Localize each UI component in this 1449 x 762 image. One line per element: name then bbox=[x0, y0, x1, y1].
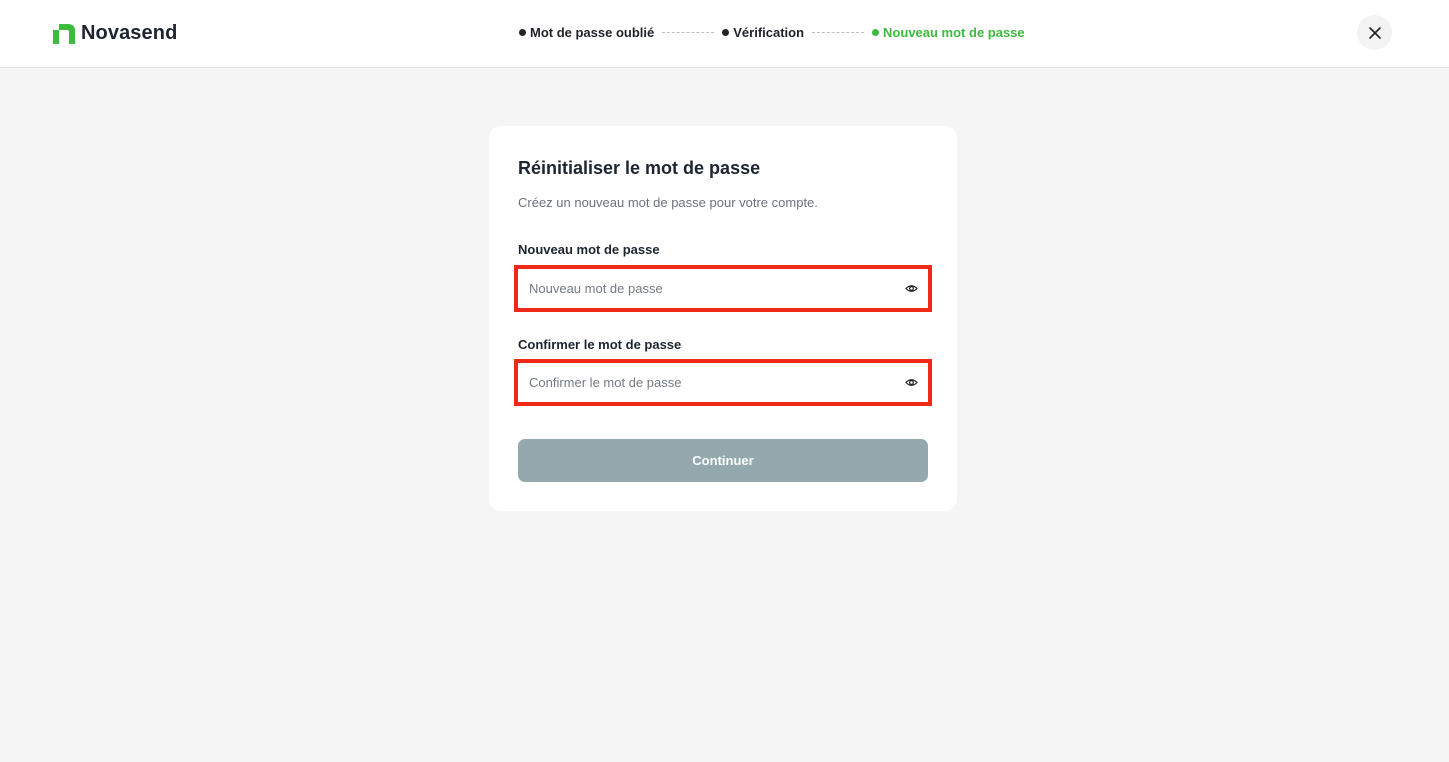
close-icon bbox=[1368, 26, 1381, 39]
progress-stepper: Mot de passe oublié Vérification Nouveau… bbox=[519, 24, 1025, 40]
confirm-password-label: Confirmer le mot de passe bbox=[518, 337, 682, 352]
new-password-field[interactable] bbox=[514, 265, 932, 312]
continue-button[interactable]: Continuer bbox=[518, 439, 928, 482]
step-label: Vérification bbox=[733, 24, 805, 40]
brand-name: Novasend bbox=[81, 22, 178, 44]
novasend-logo-icon bbox=[53, 23, 75, 44]
step-verification: Vérification bbox=[722, 25, 804, 40]
step-dot-icon bbox=[722, 28, 730, 36]
step-new-password: Nouveau mot de passe bbox=[872, 25, 1025, 40]
step-dot-icon bbox=[519, 28, 526, 36]
eye-icon[interactable] bbox=[904, 376, 918, 390]
step-label: Nouveau mot de passe bbox=[883, 24, 1025, 40]
page-subtitle: Créez un nouveau mot de passe pour votre… bbox=[518, 195, 818, 210]
eye-icon[interactable] bbox=[904, 282, 918, 296]
step-dot-icon bbox=[872, 28, 880, 36]
step-forgot-password: Mot de passe oublié bbox=[519, 25, 654, 40]
close-button[interactable] bbox=[1357, 15, 1392, 50]
new-password-input[interactable] bbox=[529, 281, 904, 296]
step-connector bbox=[812, 31, 865, 33]
reset-password-card: Réinitialiser le mot de passe Créez un n… bbox=[489, 126, 957, 511]
step-connector bbox=[662, 31, 715, 33]
page-title: Réinitialiser le mot de passe bbox=[518, 158, 761, 178]
confirm-password-field[interactable] bbox=[514, 359, 932, 406]
confirm-password-input[interactable] bbox=[529, 375, 904, 390]
top-bar: Novasend Mot de passe oublié Vérificatio… bbox=[0, 0, 1449, 68]
new-password-label: Nouveau mot de passe bbox=[518, 242, 660, 257]
step-label: Mot de passe oublié bbox=[530, 24, 655, 40]
brand[interactable]: Novasend bbox=[53, 22, 177, 45]
